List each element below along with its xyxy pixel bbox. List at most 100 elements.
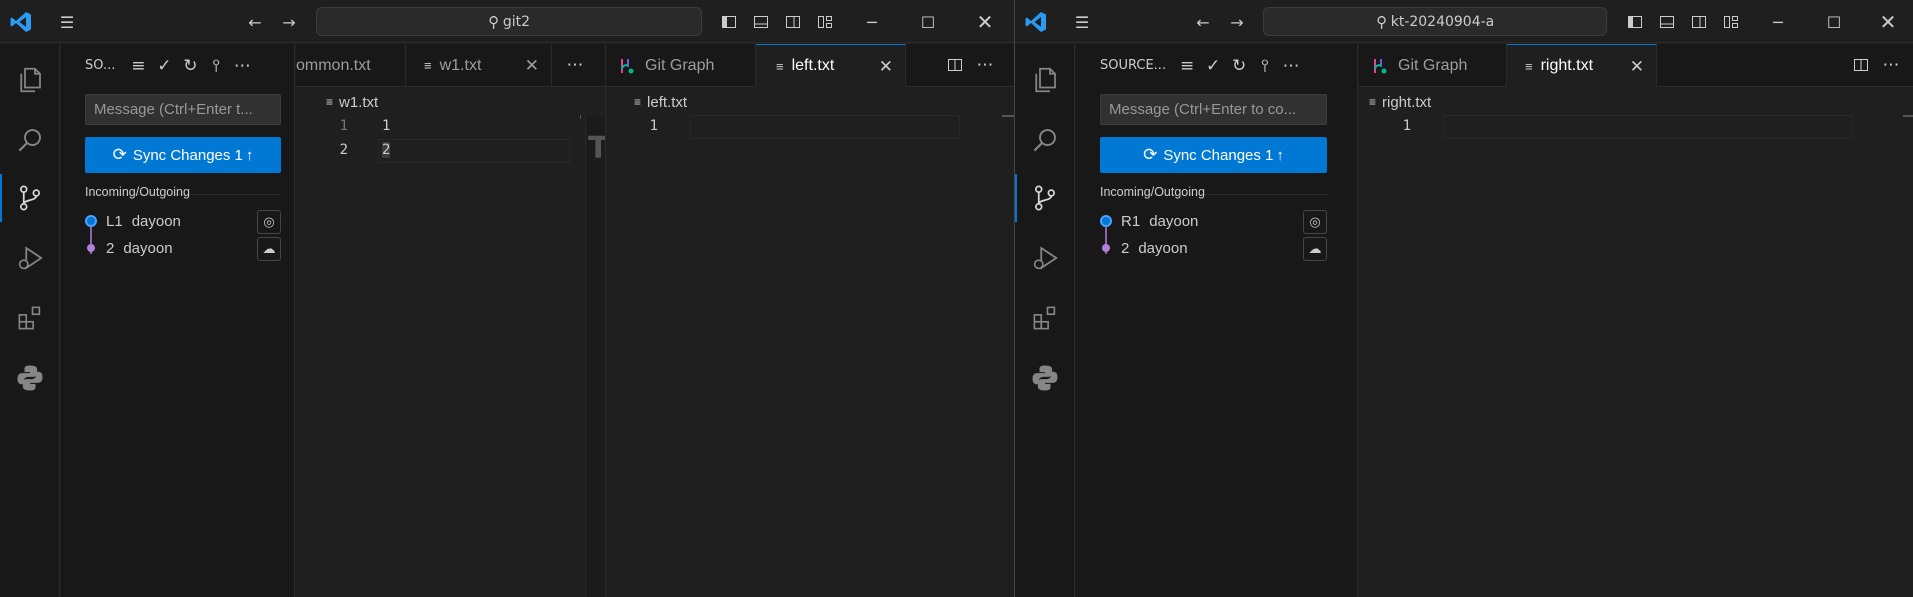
toggle-secondary-sidebar-icon[interactable] [1688, 11, 1710, 33]
tab-git-graph[interactable]: Git Graph [1359, 44, 1507, 87]
commit-item[interactable]: 2 dayoon [85, 235, 281, 261]
more-actions-icon[interactable]: ⋯ [1876, 52, 1906, 78]
title-bar: ☰ ← → ⚲ kt-20240904-a ─ ☐ ✕ [1015, 0, 1913, 43]
tab-git-graph[interactable]: Git Graph [606, 44, 756, 87]
tab-w1[interactable]: ≡ w1.txt ✕ [406, 44, 552, 87]
target-icon[interactable]: ◎ [1303, 210, 1327, 234]
refresh-icon[interactable]: ↻ [177, 53, 203, 79]
close-tab-icon[interactable]: ✕ [525, 56, 539, 76]
menu-icon[interactable]: ☰ [1071, 11, 1093, 33]
maximize-icon[interactable]: ☐ [1823, 11, 1845, 33]
incoming-commit-dot [87, 244, 95, 252]
editor-right[interactable]: 1 [1359, 115, 1913, 597]
minimize-icon[interactable]: ─ [861, 11, 883, 33]
search-icon: ⚲ [1375, 12, 1387, 31]
file-lines-icon: ≡ [1369, 95, 1377, 109]
breadcrumb[interactable]: ≡ w1.txt [326, 91, 378, 113]
sync-changes-button[interactable]: ⟳ Sync Changes 1 ↑ [1100, 137, 1327, 173]
toggle-secondary-sidebar-icon[interactable] [782, 11, 804, 33]
view-as-tree-icon[interactable]: ≡ [1174, 53, 1200, 79]
tab-left[interactable]: ≡ left.txt ✕ [756, 44, 906, 87]
sync-icon: ⟳ [112, 145, 127, 164]
cloud-icon[interactable]: ☁ [257, 237, 281, 261]
branch-graph-icon[interactable]: ⫯ [203, 53, 229, 79]
target-icon[interactable]: ◎ [257, 210, 281, 234]
source-control-icon[interactable] [1015, 170, 1075, 226]
breadcrumb[interactable]: ≡ right.txt [1369, 91, 1431, 113]
line-number: 1 [1402, 118, 1411, 134]
forward-arrow-icon[interactable]: → [278, 11, 300, 33]
commit-message-input[interactable]: Message (Ctrl+Enter to co... [1100, 94, 1327, 125]
toggle-primary-sidebar-icon[interactable] [718, 11, 740, 33]
back-arrow-icon[interactable]: ← [1192, 11, 1214, 33]
explorer-icon[interactable] [0, 52, 60, 108]
commit-check-icon[interactable]: ✓ [1200, 53, 1226, 79]
arrow-up-icon: ↑ [245, 146, 254, 164]
sync-changes-button[interactable]: ⟳ Sync Changes 1 ↑ [85, 137, 281, 173]
search-icon: ⚲ [487, 12, 499, 31]
editor-w1[interactable]: 1 1 2 2 T [296, 115, 608, 597]
tab-common[interactable]: ommon.txt [296, 44, 406, 87]
branch-graph-icon[interactable]: ⫯ [1252, 53, 1278, 79]
commit-id: 2 [1121, 239, 1130, 257]
close-tab-icon[interactable]: ✕ [1630, 57, 1644, 77]
line-text: 1 [382, 118, 391, 134]
breadcrumb-file: w1.txt [339, 93, 379, 111]
explorer-icon[interactable] [1015, 52, 1075, 108]
toggle-panel-icon[interactable] [1656, 11, 1678, 33]
toggle-panel-icon[interactable] [750, 11, 772, 33]
run-and-debug-icon[interactable] [0, 230, 60, 286]
refresh-icon[interactable]: ↻ [1226, 53, 1252, 79]
run-and-debug-icon[interactable] [1015, 230, 1075, 286]
python-icon[interactable] [1015, 350, 1075, 406]
close-window-icon[interactable]: ✕ [1877, 10, 1899, 34]
file-lines-icon: ≡ [424, 58, 432, 73]
breadcrumb[interactable]: ≡ left.txt [634, 91, 687, 113]
search-view-icon[interactable] [0, 112, 60, 168]
split-editor-icon[interactable] [940, 52, 970, 78]
source-control-icon[interactable] [0, 170, 60, 226]
outgoing-commit-dot [85, 215, 97, 227]
more-actions-icon[interactable]: ⋯ [1278, 53, 1304, 79]
customize-layout-icon[interactable] [814, 11, 836, 33]
commit-item[interactable]: L1 dayoon [85, 208, 281, 234]
search-text: kt-20240904-a [1390, 13, 1495, 30]
commit-author: dayoon [123, 239, 173, 257]
commit-item[interactable]: R1 dayoon [1100, 208, 1327, 234]
more-actions-icon[interactable]: ⋯ [970, 52, 1000, 78]
close-window-icon[interactable]: ✕ [974, 10, 996, 34]
minimize-icon[interactable]: ─ [1767, 11, 1789, 33]
commit-check-icon[interactable]: ✓ [151, 53, 177, 79]
more-actions-icon[interactable]: ⋯ [229, 53, 255, 79]
file-lines-icon: ≡ [634, 95, 642, 109]
cloud-icon[interactable]: ☁ [1303, 237, 1327, 261]
commit-author: dayoon [131, 212, 181, 230]
commit-message-input[interactable]: Message (Ctrl+Enter t... [85, 94, 281, 125]
commit-item[interactable]: 2 dayoon [1100, 235, 1327, 261]
commit-id: 2 [106, 239, 115, 257]
customize-layout-icon[interactable] [1720, 11, 1742, 33]
maximize-icon[interactable]: ☐ [917, 11, 939, 33]
command-center-search[interactable]: ⚲ git2 [316, 7, 702, 36]
editor-left[interactable]: 1 [606, 115, 1014, 597]
python-icon[interactable] [0, 350, 60, 406]
extensions-icon[interactable] [0, 290, 60, 346]
close-tab-icon[interactable]: ✕ [879, 57, 893, 77]
toggle-primary-sidebar-icon[interactable] [1624, 11, 1646, 33]
extensions-icon[interactable] [1015, 290, 1075, 346]
forward-arrow-icon[interactable]: → [1226, 11, 1248, 33]
menu-icon[interactable]: ☰ [56, 11, 78, 33]
minimap[interactable]: T [585, 117, 608, 597]
back-arrow-icon[interactable]: ← [244, 11, 266, 33]
search-view-icon[interactable] [1015, 112, 1075, 168]
split-editor-icon[interactable] [1846, 52, 1876, 78]
arrow-up-icon: ↑ [1276, 146, 1284, 164]
vscode-logo-icon [1023, 9, 1049, 35]
view-as-tree-icon[interactable]: ≡ [125, 53, 151, 79]
sync-changes-label: Sync Changes 1 [1163, 146, 1274, 164]
command-center-search[interactable]: ⚲ kt-20240904-a [1263, 7, 1607, 36]
commit-message-placeholder: Message (Ctrl+Enter t... [94, 101, 253, 118]
tab-right[interactable]: ≡ right.txt ✕ [1507, 44, 1657, 87]
activity-bar [0, 44, 60, 597]
more-actions-icon[interactable]: ⋯ [560, 52, 590, 78]
